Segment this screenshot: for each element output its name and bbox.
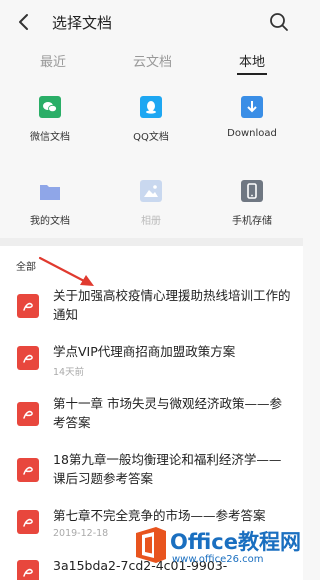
tab-active-indicator bbox=[237, 73, 267, 75]
file-title: 关于加强高校疫情心理援助热线培训工作的通知 bbox=[53, 288, 291, 322]
pdf-file-icon bbox=[17, 458, 39, 482]
list-item[interactable]: 关于加强高校疫情心理援助热线培训工作的通知 bbox=[0, 288, 303, 328]
watermark-brand: Office教程网 bbox=[170, 530, 301, 554]
back-icon[interactable] bbox=[14, 12, 34, 32]
file-title: 18第九章一般均衡理论和福利经济学—— 课后习题参考答案 bbox=[53, 452, 282, 486]
source-my-docs[interactable]: 我的文档 bbox=[5, 180, 95, 240]
annotation-arrow bbox=[38, 256, 94, 286]
source-label: 手机存储 bbox=[232, 216, 272, 227]
source-label: 我的文档 bbox=[30, 216, 70, 227]
source-wechat[interactable]: 微信文档 bbox=[5, 96, 95, 156]
pdf-file-icon bbox=[17, 560, 39, 580]
list-item[interactable]: 18第九章一般均衡理论和福利经济学—— 课后习题参考答案 bbox=[0, 452, 303, 492]
watermark-url: www.office26.com bbox=[172, 554, 264, 565]
phone-icon bbox=[241, 180, 263, 202]
qq-icon bbox=[140, 96, 162, 118]
source-grid: 微信文档 QQ文档 Download 我的文档 相册 手机存储 bbox=[0, 78, 303, 238]
section-divider bbox=[0, 238, 303, 246]
file-title: 第十一章 市场失灵与微观经济政策——参考答案 bbox=[53, 396, 282, 430]
file-title: 学点VIP代理商招商加盟政策方案 bbox=[53, 344, 236, 359]
folder-icon bbox=[39, 180, 61, 202]
file-date: 14天前 bbox=[53, 367, 85, 378]
source-download[interactable]: Download bbox=[207, 96, 297, 156]
source-label: 微信文档 bbox=[30, 132, 70, 143]
list-item[interactable]: 学点VIP代理商招商加盟政策方案 14天前 bbox=[0, 344, 303, 380]
source-label: Download bbox=[227, 128, 277, 139]
watermark: Office教程网 www.office26.com bbox=[130, 522, 303, 580]
page-title: 选择文档 bbox=[52, 14, 113, 32]
tab-recent[interactable]: 最近 bbox=[40, 51, 66, 70]
download-icon bbox=[241, 96, 263, 118]
file-date: 2019-12-18 bbox=[53, 528, 109, 539]
tab-local[interactable]: 本地 bbox=[239, 51, 265, 70]
tab-bar: 最近 云文档 本地 bbox=[0, 44, 303, 76]
source-photos[interactable]: 相册 bbox=[106, 180, 196, 240]
pdf-file-icon bbox=[17, 346, 39, 370]
list-item[interactable]: 第十一章 市场失灵与微观经济政策——参考答案 bbox=[0, 396, 303, 436]
pdf-file-icon bbox=[17, 294, 39, 318]
pdf-file-icon bbox=[17, 510, 39, 534]
wechat-icon bbox=[39, 96, 61, 118]
photo-icon bbox=[140, 180, 162, 202]
search-icon[interactable] bbox=[268, 11, 290, 33]
header: 选择文档 bbox=[0, 0, 303, 44]
pdf-file-icon bbox=[17, 402, 39, 426]
section-label: 全部 bbox=[16, 262, 36, 273]
source-phone-storage[interactable]: 手机存储 bbox=[207, 180, 297, 240]
source-qq[interactable]: QQ文档 bbox=[106, 96, 196, 156]
tab-cloud-docs[interactable]: 云文档 bbox=[133, 51, 172, 70]
source-label: QQ文档 bbox=[133, 132, 169, 143]
source-label: 相册 bbox=[141, 216, 161, 227]
office-logo-icon bbox=[136, 527, 166, 563]
